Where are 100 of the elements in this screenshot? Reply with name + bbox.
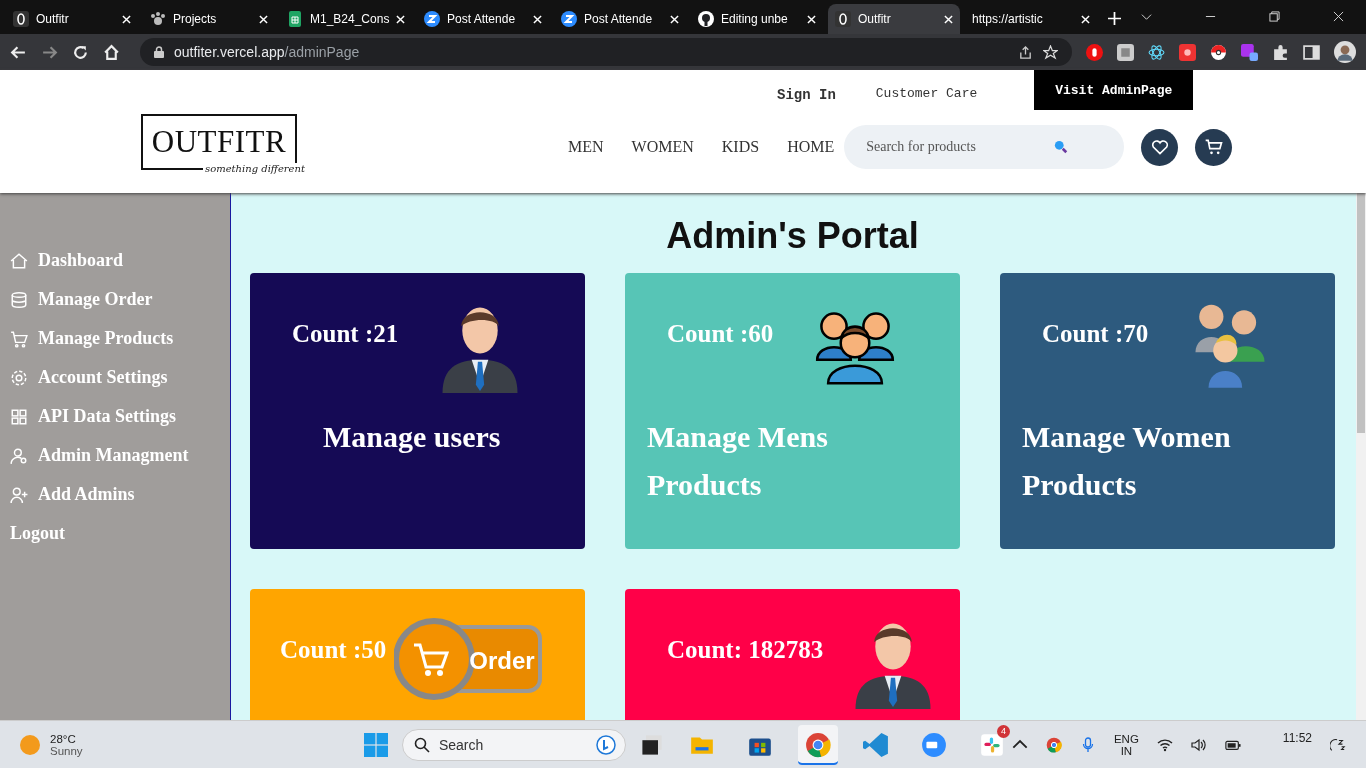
tab-title: M1_B24_Cons	[310, 12, 390, 26]
atom-icon[interactable]	[1148, 43, 1165, 61]
wishlist-button[interactable]	[1141, 128, 1179, 166]
favicon-icon	[287, 11, 303, 27]
temperature-text: 28°C	[50, 732, 77, 745]
extension-icon[interactable]	[1241, 43, 1258, 61]
chevron-down-icon[interactable]	[1141, 11, 1152, 22]
taskbar-app[interactable]	[797, 724, 838, 765]
menu-item-icon	[10, 329, 28, 348]
cart-icon	[1203, 137, 1224, 157]
count-text: Count :21	[292, 320, 399, 348]
notification-badge: 4	[996, 724, 1010, 738]
favicon-icon	[150, 11, 166, 27]
nav-link[interactable]: HOME	[787, 138, 835, 156]
logo-text: OUTFITR	[151, 124, 287, 160]
restore-icon[interactable]	[1269, 11, 1280, 22]
heart-icon	[1149, 137, 1170, 157]
language-indicator[interactable]: ENG IN	[1113, 732, 1139, 757]
favicon-icon	[424, 11, 440, 27]
sidebar-label: Account Settings	[38, 367, 168, 388]
tab-title: Editing unbe	[721, 12, 789, 26]
tab-title: Projects	[173, 12, 218, 26]
tab-title: Outfitr	[36, 12, 70, 26]
order-label: Order	[469, 647, 535, 674]
app-icon	[804, 731, 831, 758]
card-title: Manage users	[323, 419, 502, 455]
lock-icon	[154, 46, 164, 58]
browser-tab[interactable]: Editing unbe	[691, 4, 823, 34]
task-view-icon[interactable]	[639, 732, 664, 757]
visit-admin-button[interactable]: Visit AdminPage	[1034, 70, 1194, 110]
reload-icon[interactable]	[72, 43, 89, 61]
favicon-icon	[561, 11, 577, 27]
nav-link[interactable]: WOMEN	[631, 138, 694, 156]
taskbar-search-field[interactable]: Search	[401, 728, 626, 761]
logo-tagline: something different	[203, 163, 307, 174]
favicon-icon	[698, 11, 714, 27]
avatar-icon[interactable]	[1334, 41, 1356, 63]
sidebar-label: Logout	[10, 523, 65, 544]
language-text: IN	[1120, 744, 1133, 757]
search-field[interactable]: Search for products	[844, 125, 1125, 169]
card-title: Manage Women Products	[1022, 419, 1232, 503]
sidebar-label: API Data Settings	[38, 406, 176, 427]
count-text: Count :50	[280, 636, 387, 664]
header-link[interactable]: Sign In	[777, 87, 836, 103]
browser-tab[interactable]: Post Attende	[417, 4, 549, 34]
tab-title: Post Attende	[584, 12, 654, 26]
side-panel-icon[interactable]	[1303, 43, 1320, 61]
app-icon	[862, 731, 889, 758]
extension-icon[interactable]	[1179, 43, 1196, 61]
chrome-icon[interactable]	[1045, 736, 1062, 753]
share-icon[interactable]	[1018, 44, 1033, 60]
search-icon[interactable]	[1054, 140, 1069, 154]
dashboard-card[interactable]: Count :70 Manage Women Products	[1000, 273, 1335, 549]
sidebar-label: Manage Order	[38, 289, 153, 310]
nav-link[interactable]: KIDS	[721, 138, 760, 156]
extension-icon[interactable]	[1086, 43, 1103, 61]
count-text: Count :60	[667, 320, 774, 348]
new-tab-icon[interactable]	[1108, 12, 1121, 25]
sidebar-label: Admin Managment	[38, 445, 189, 466]
card-title: Manage Mens Products	[647, 419, 829, 503]
header-link[interactable]: Customer Care	[875, 86, 978, 101]
browser-tab[interactable]: Outfitr	[828, 4, 960, 34]
menu-item-icon	[10, 446, 28, 465]
pokeball-icon[interactable]	[1210, 43, 1227, 61]
browser-tab[interactable]: M1_B24_Cons	[280, 4, 412, 34]
home-icon[interactable]	[103, 43, 120, 61]
browser-tab[interactable]: Post Attende	[554, 4, 686, 34]
scrollbar[interactable]	[1356, 193, 1366, 720]
browser-tab[interactable]: Outfitr	[6, 4, 138, 34]
tab-title: https://artistic	[972, 12, 1044, 26]
menu-item-icon	[10, 368, 28, 387]
dashboard-card[interactable]: Count: 182783	[625, 589, 960, 720]
sleep-icon[interactable]	[1330, 736, 1346, 753]
sidebar-label: Manage Products	[38, 328, 174, 349]
speaker-icon[interactable]	[1190, 736, 1207, 753]
favicon-icon	[13, 11, 29, 27]
menu-item-icon	[10, 407, 28, 426]
cart-button[interactable]	[1195, 128, 1233, 166]
sun-icon	[20, 734, 40, 755]
menu-item-icon	[10, 485, 28, 504]
address-bar[interactable]: outfiter.vercel.app/adminPage	[140, 38, 1072, 66]
app-icon	[920, 731, 947, 758]
browser-tab[interactable]: Projects	[143, 4, 275, 34]
taskbar-app[interactable]: 4	[971, 724, 1012, 765]
tab-title: Outfitr	[858, 12, 892, 26]
puzzle-icon[interactable]	[1272, 43, 1289, 61]
star-icon[interactable]	[1043, 44, 1058, 60]
dashboard-card[interactable]: Count :21 Manage users	[250, 273, 585, 549]
page-title: Admin's Portal	[665, 215, 920, 257]
close-icon[interactable]	[1333, 11, 1344, 22]
clock-text: 11:52	[1282, 730, 1312, 745]
language-text: ENG	[1113, 732, 1139, 745]
sidebar-label: Dashboard	[38, 250, 124, 271]
count-text: Count :70	[1042, 320, 1149, 348]
browser-tab[interactable]: https://artistic	[965, 4, 1097, 34]
cart-icon	[414, 643, 450, 676]
nav-link[interactable]: MEN	[568, 138, 604, 156]
extension-icon[interactable]	[1117, 43, 1134, 61]
tab-title: Post Attende	[447, 12, 517, 26]
start-icon[interactable]	[363, 732, 388, 757]
